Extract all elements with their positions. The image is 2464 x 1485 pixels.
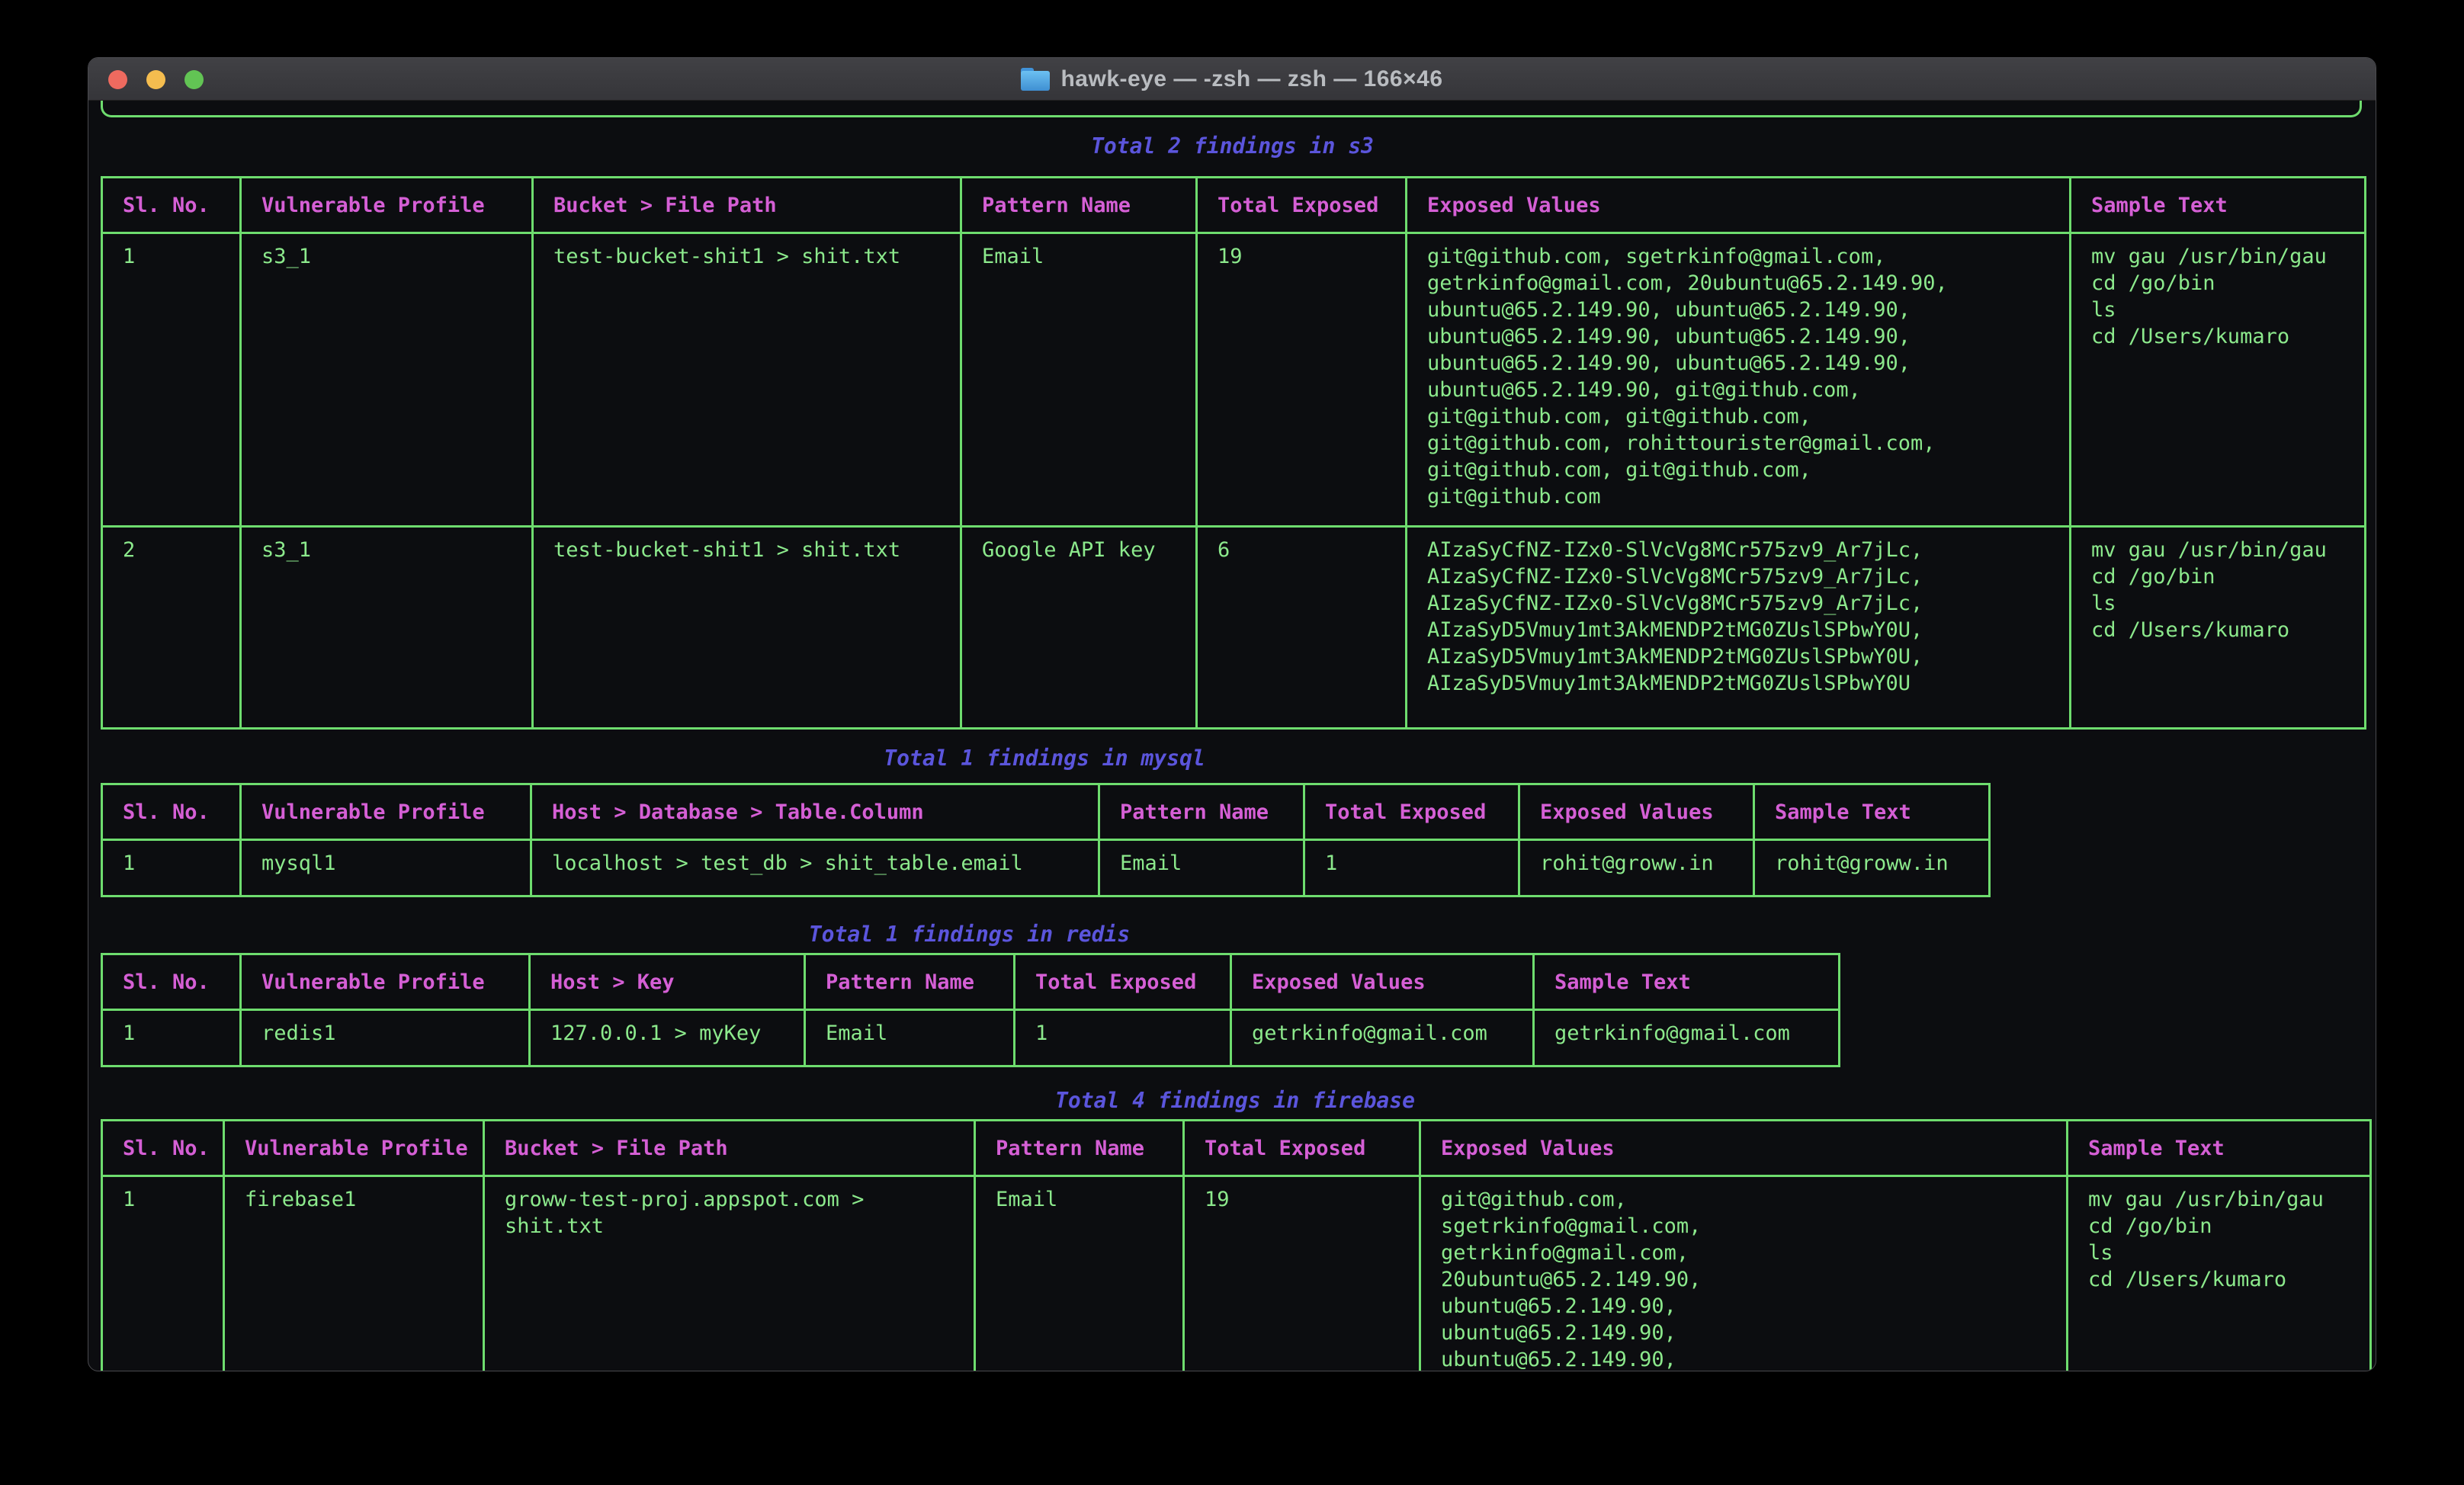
col-header-sl-no: Sl. No. <box>102 178 241 233</box>
col-header-sl-no: Sl. No. <box>102 954 241 1010</box>
cell-bucket-file-path: groww-test-proj.appspot.com > shit.txt <box>484 1176 975 1372</box>
cell-host-key: 127.0.0.1 > myKey <box>530 1010 805 1066</box>
col-header-exposed-values: Exposed Values <box>1519 784 1754 840</box>
col-header-exposed-values: Exposed Values <box>1407 178 2071 233</box>
col-header-total-exposed: Total Exposed <box>1197 178 1407 233</box>
col-header-total-exposed: Total Exposed <box>1184 1121 1420 1176</box>
cell-total-exposed: 6 <box>1197 527 1407 729</box>
table-header-row: Sl. No. Vulnerable Profile Bucket > File… <box>102 178 2366 233</box>
cell-total-exposed: 1 <box>1304 840 1519 896</box>
col-header-total-exposed: Total Exposed <box>1304 784 1519 840</box>
col-header-sl-no: Sl. No. <box>102 1121 224 1176</box>
cell-pattern-name: Email <box>975 1176 1184 1372</box>
table-row: 1 mysql1 localhost > test_db > shit_tabl… <box>102 840 1990 896</box>
cell-pattern-name: Email <box>961 233 1197 527</box>
cell-vulnerable-profile: s3_1 <box>241 527 533 729</box>
cell-vulnerable-profile: mysql1 <box>241 840 531 896</box>
cell-sl-no: 1 <box>102 840 241 896</box>
col-header-total-exposed: Total Exposed <box>1015 954 1231 1010</box>
col-header-vulnerable-profile: Vulnerable Profile <box>241 954 530 1010</box>
col-header-sl-no: Sl. No. <box>102 784 241 840</box>
cell-vulnerable-profile: s3_1 <box>241 233 533 527</box>
findings-table-redis: Sl. No. Vulnerable Profile Host > Key Pa… <box>101 953 1840 1067</box>
findings-table-mysql: Sl. No. Vulnerable Profile Host > Databa… <box>101 783 1991 897</box>
minimize-button[interactable] <box>146 70 165 89</box>
col-header-vulnerable-profile: Vulnerable Profile <box>241 784 531 840</box>
col-header-sample-text: Sample Text <box>1534 954 1840 1010</box>
table-row: 1 redis1 127.0.0.1 > myKey Email 1 getrk… <box>102 1010 1840 1066</box>
terminal-content[interactable]: Total 2 findings in s3 Sl. No. Vulnerabl… <box>88 101 2376 1371</box>
section-heading-firebase: Total 4 findings in firebase <box>101 1087 2369 1114</box>
cell-total-exposed: 19 <box>1197 233 1407 527</box>
cell-sl-no: 2 <box>102 527 241 729</box>
terminal-window: hawk-eye — -zsh — zsh — 166×46 Total 2 f… <box>88 57 2376 1371</box>
table-header-row: Sl. No. Vulnerable Profile Host > Databa… <box>102 784 1990 840</box>
cell-sl-no: 1 <box>102 1176 224 1372</box>
col-header-pattern-name: Pattern Name <box>975 1121 1184 1176</box>
table-row: 1 firebase1 groww-test-proj.appspot.com … <box>102 1176 2371 1372</box>
cell-vulnerable-profile: firebase1 <box>224 1176 484 1372</box>
cell-sl-no: 1 <box>102 1010 241 1066</box>
window-title: hawk-eye — -zsh — zsh — 166×46 <box>1021 66 1442 92</box>
cell-host-database-table: localhost > test_db > shit_table.email <box>531 840 1099 896</box>
window-title-text: hawk-eye — -zsh — zsh — 166×46 <box>1060 66 1442 92</box>
cell-pattern-name: Email <box>805 1010 1015 1066</box>
cell-sample-text: mv gau /usr/bin/gau cd /go/bin ls cd /Us… <box>2071 233 2366 527</box>
col-header-exposed-values: Exposed Values <box>1231 954 1534 1010</box>
cell-exposed-values: rohit@groww.in <box>1519 840 1754 896</box>
cell-bucket-file-path: test-bucket-shit1 > shit.txt <box>533 233 961 527</box>
col-header-host-key: Host > Key <box>530 954 805 1010</box>
cell-vulnerable-profile: redis1 <box>241 1010 530 1066</box>
section-heading-mysql: Total 1 findings in mysql <box>101 745 1988 771</box>
zoom-button[interactable] <box>184 70 204 89</box>
col-header-pattern-name: Pattern Name <box>805 954 1015 1010</box>
cell-sample-text: rohit@groww.in <box>1754 840 1990 896</box>
col-header-exposed-values: Exposed Values <box>1420 1121 2068 1176</box>
cell-exposed-values: AIzaSyCfNZ-IZx0-SlVcVg8MCr575zv9_Ar7jLc,… <box>1407 527 2071 729</box>
cell-pattern-name: Google API key <box>961 527 1197 729</box>
col-header-sample-text: Sample Text <box>1754 784 1990 840</box>
table-row: 2 s3_1 test-bucket-shit1 > shit.txt Goog… <box>102 527 2366 729</box>
cell-exposed-values: getrkinfo@gmail.com <box>1231 1010 1534 1066</box>
window-titlebar[interactable]: hawk-eye — -zsh — zsh — 166×46 <box>88 58 2376 101</box>
col-header-pattern-name: Pattern Name <box>1099 784 1304 840</box>
table-header-row: Sl. No. Vulnerable Profile Bucket > File… <box>102 1121 2371 1176</box>
cell-exposed-values: git@github.com, sgetrkinfo@gmail.com, ge… <box>1407 233 2071 527</box>
cell-bucket-file-path: test-bucket-shit1 > shit.txt <box>533 527 961 729</box>
cell-exposed-values: git@github.com, sgetrkinfo@gmail.com, ge… <box>1420 1176 2068 1372</box>
section-heading-redis: Total 1 findings in redis <box>101 921 1838 948</box>
cell-sample-text: mv gau /usr/bin/gau cd /go/bin ls cd /Us… <box>2068 1176 2371 1372</box>
cell-sample-text: mv gau /usr/bin/gau cd /go/bin ls cd /Us… <box>2071 527 2366 729</box>
cell-total-exposed: 1 <box>1015 1010 1231 1066</box>
table-header-row: Sl. No. Vulnerable Profile Host > Key Pa… <box>102 954 1840 1010</box>
col-header-vulnerable-profile: Vulnerable Profile <box>224 1121 484 1176</box>
col-header-pattern-name: Pattern Name <box>961 178 1197 233</box>
col-header-vulnerable-profile: Vulnerable Profile <box>241 178 533 233</box>
cell-sl-no: 1 <box>102 233 241 527</box>
findings-table-s3: Sl. No. Vulnerable Profile Bucket > File… <box>101 176 2366 730</box>
cell-sample-text: getrkinfo@gmail.com <box>1534 1010 1840 1066</box>
section-heading-s3: Total 2 findings in s3 <box>101 133 2364 159</box>
previous-table-bottom-border <box>101 101 2362 117</box>
cell-pattern-name: Email <box>1099 840 1304 896</box>
col-header-sample-text: Sample Text <box>2068 1121 2371 1176</box>
col-header-host-database-table: Host > Database > Table.Column <box>531 784 1099 840</box>
col-header-bucket-file-path: Bucket > File Path <box>484 1121 975 1176</box>
close-button[interactable] <box>108 70 127 89</box>
table-row: 1 s3_1 test-bucket-shit1 > shit.txt Emai… <box>102 233 2366 527</box>
findings-table-firebase: Sl. No. Vulnerable Profile Bucket > File… <box>101 1119 2372 1371</box>
col-header-sample-text: Sample Text <box>2071 178 2366 233</box>
cell-total-exposed: 19 <box>1184 1176 1420 1372</box>
desktop: { "window": { "title": "hawk-eye — -zsh … <box>0 0 2464 1485</box>
col-header-bucket-file-path: Bucket > File Path <box>533 178 961 233</box>
folder-icon <box>1021 68 1050 91</box>
traffic-lights <box>108 58 204 101</box>
